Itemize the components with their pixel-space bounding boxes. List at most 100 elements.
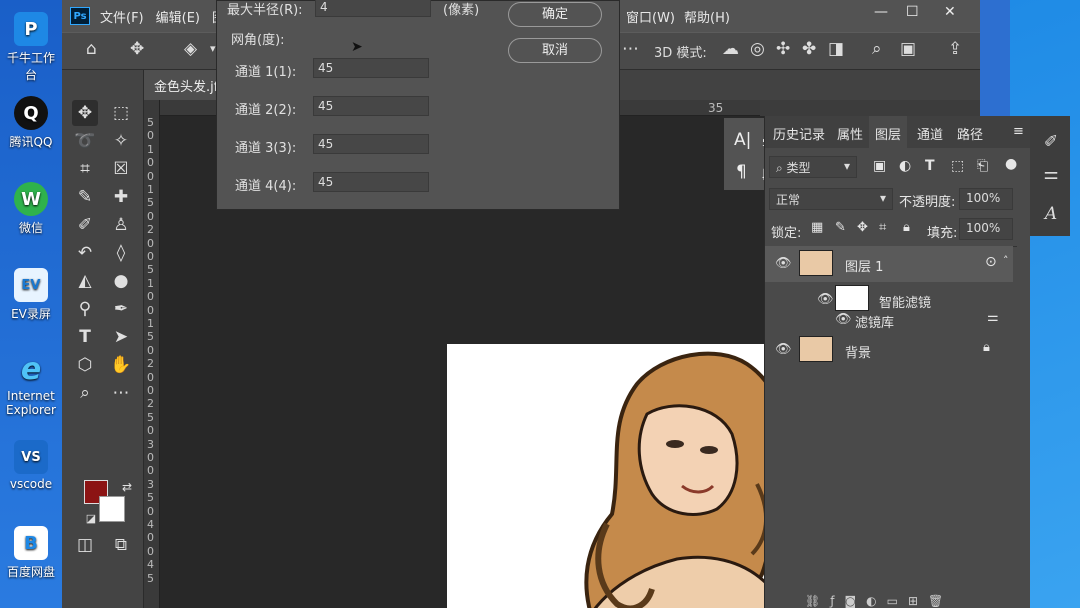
stamp-tool-icon[interactable]: ♙: [108, 212, 134, 238]
zoom-tool-icon[interactable]: ⌕: [72, 380, 98, 406]
pan-3d-icon[interactable]: ✣: [776, 39, 790, 59]
desktop-icon-qq[interactable]: Q 腾讯QQ: [2, 96, 60, 150]
tab-channels[interactable]: 通道: [917, 124, 943, 143]
filter-toggle-icon[interactable]: ●: [1005, 156, 1017, 172]
max-radius-input[interactable]: 4: [315, 0, 431, 17]
fx-icon[interactable]: ƒ: [830, 594, 844, 608]
eye-icon[interactable]: 👁︎: [775, 256, 792, 271]
layers-stack-icon[interactable]: ◈: [184, 39, 197, 59]
desktop-icon-wechat[interactable]: W 微信: [2, 182, 60, 236]
crop-tool-icon[interactable]: ⌗: [72, 156, 98, 182]
hand-tool-icon[interactable]: ✋: [108, 352, 134, 378]
tab-properties[interactable]: 属性: [837, 124, 863, 143]
default-colors-icon[interactable]: ◪: [78, 506, 104, 532]
lock-transparent-icon[interactable]: ▦: [811, 220, 823, 235]
orbit-3d-icon[interactable]: ☁: [722, 39, 739, 59]
maximize-icon[interactable]: ☐: [906, 4, 919, 20]
lock-position-icon[interactable]: ✥: [857, 220, 868, 235]
smart-object-filter-icon[interactable]: ⎗: [977, 158, 988, 174]
group-icon[interactable]: ▭: [887, 594, 908, 608]
blend-mode-select[interactable]: 正常 ▾: [769, 188, 893, 210]
layer-filter-select[interactable]: ⌕ 类型 ▾: [769, 156, 857, 178]
slide-3d-icon[interactable]: ✤: [802, 39, 816, 59]
link-icon[interactable]: ⛓: [805, 594, 830, 608]
eye-icon[interactable]: 👁︎: [775, 342, 792, 357]
dodge-tool-icon[interactable]: ⚲: [72, 296, 98, 322]
history-brush-icon[interactable]: ↶: [72, 240, 98, 266]
roll-3d-icon[interactable]: ◎: [750, 39, 765, 59]
filter-options-icon[interactable]: ⚌: [987, 310, 999, 325]
shape-tool-icon[interactable]: ⬡: [72, 352, 98, 378]
brush-settings-icon[interactable]: ✐: [1040, 132, 1062, 154]
type-tool-icon[interactable]: T: [72, 324, 98, 350]
adjustment-icon[interactable]: ◐: [866, 594, 886, 608]
adjustment-filter-icon[interactable]: ◐: [899, 158, 911, 174]
more-options-icon[interactable]: ⋯: [622, 39, 639, 59]
desktop-icon-baidu[interactable]: B 百度网盘: [2, 526, 60, 580]
swap-colors-icon[interactable]: ⇄: [114, 474, 140, 500]
mask-icon[interactable]: ◙: [844, 594, 866, 608]
more-tools-icon[interactable]: ⋯: [108, 380, 134, 406]
move-tool-icon[interactable]: ✥: [72, 100, 98, 126]
channel-1-input[interactable]: 45: [313, 58, 429, 78]
frame-tool-icon[interactable]: ☒: [108, 156, 134, 182]
workspace-icon[interactable]: ▣: [900, 39, 916, 59]
channel-4-input[interactable]: 45: [313, 172, 429, 192]
menu-edit[interactable]: 编辑(E): [156, 7, 200, 26]
marquee-tool-icon[interactable]: ⬚: [108, 100, 134, 126]
paragraph-icon[interactable]: ¶: [736, 162, 747, 182]
layer-row[interactable]: 👁︎ 图层 1 ⊙ ˄: [765, 246, 1013, 282]
filter-gallery-row[interactable]: 👁︎ 滤镜库 ⚌: [765, 308, 1013, 332]
minimize-icon[interactable]: —: [874, 4, 888, 20]
chevron-down-icon[interactable]: ▾: [210, 42, 216, 55]
desktop-icon-evrecord[interactable]: EV EV录屏: [2, 268, 60, 322]
shape-filter-icon[interactable]: ⬚: [951, 158, 964, 174]
eraser-icon[interactable]: ◊: [108, 240, 134, 266]
lock-artboard-icon[interactable]: ⌗: [879, 220, 886, 235]
tab-paths[interactable]: 路径: [957, 124, 983, 143]
lock-all-icon[interactable]: 🔒︎: [903, 220, 910, 235]
pen-tool-icon[interactable]: ✒: [108, 296, 134, 322]
camera-3d-icon[interactable]: ◨: [828, 39, 844, 59]
glyphs-icon[interactable]: A: [1040, 204, 1062, 226]
trash-icon[interactable]: 🗑︎: [928, 594, 953, 608]
pixel-filter-icon[interactable]: ▣: [873, 158, 886, 174]
eye-icon[interactable]: 👁︎: [817, 292, 834, 307]
tab-layers[interactable]: 图层: [869, 116, 908, 148]
type-filter-icon[interactable]: T: [925, 158, 935, 174]
cancel-button[interactable]: 取消: [508, 38, 602, 63]
magic-wand-icon[interactable]: ✧: [108, 128, 134, 154]
quick-mask-icon[interactable]: ◫: [72, 532, 98, 558]
desktop-icon-ie[interactable]: e Internet Explorer: [2, 352, 60, 418]
paint-bucket-icon[interactable]: ◭: [72, 268, 98, 294]
desktop-icon-qianniu[interactable]: P 千牛工作台: [2, 12, 60, 83]
close-icon[interactable]: ✕: [944, 4, 956, 20]
brush-tool-icon[interactable]: ✐: [72, 212, 98, 238]
path-select-icon[interactable]: ➤: [108, 324, 134, 350]
panel-menu-icon[interactable]: ≡: [1013, 124, 1024, 139]
desktop-icon-vscode[interactable]: VS vscode: [2, 440, 60, 491]
fill-input[interactable]: 100%: [959, 218, 1013, 240]
new-layer-icon[interactable]: ⊞: [908, 594, 928, 608]
ok-button[interactable]: 确定: [508, 2, 602, 27]
screen-mode-icon[interactable]: ⧉: [108, 532, 134, 558]
layer-row[interactable]: 👁︎ 背景 🔒︎: [765, 332, 1013, 366]
share-icon[interactable]: ⇪: [948, 39, 962, 59]
lock-pixels-icon[interactable]: ✎: [835, 220, 846, 235]
character-icon[interactable]: A|: [734, 130, 751, 150]
tab-history[interactable]: 历史记录: [773, 124, 825, 143]
menu-window[interactable]: 窗口(W): [626, 7, 675, 26]
channel-3-input[interactable]: 45: [313, 134, 429, 154]
adjust-sliders-icon[interactable]: ⚌: [1040, 164, 1062, 186]
blur-tool-icon[interactable]: ●: [108, 268, 134, 294]
menu-help[interactable]: 帮助(H): [684, 7, 730, 26]
eye-icon[interactable]: 👁︎: [835, 312, 852, 327]
move-tool-icon[interactable]: ✥: [130, 39, 144, 59]
lasso-tool-icon[interactable]: ➰: [72, 128, 98, 154]
menu-file[interactable]: 文件(F): [100, 7, 144, 26]
chevron-up-icon[interactable]: ˄: [1003, 254, 1009, 267]
search-icon[interactable]: ⌕: [872, 39, 882, 59]
eyedropper-icon[interactable]: ✎: [72, 184, 98, 210]
healing-brush-icon[interactable]: ✚: [108, 184, 134, 210]
layer-name[interactable]: 滤镜库: [855, 312, 894, 331]
